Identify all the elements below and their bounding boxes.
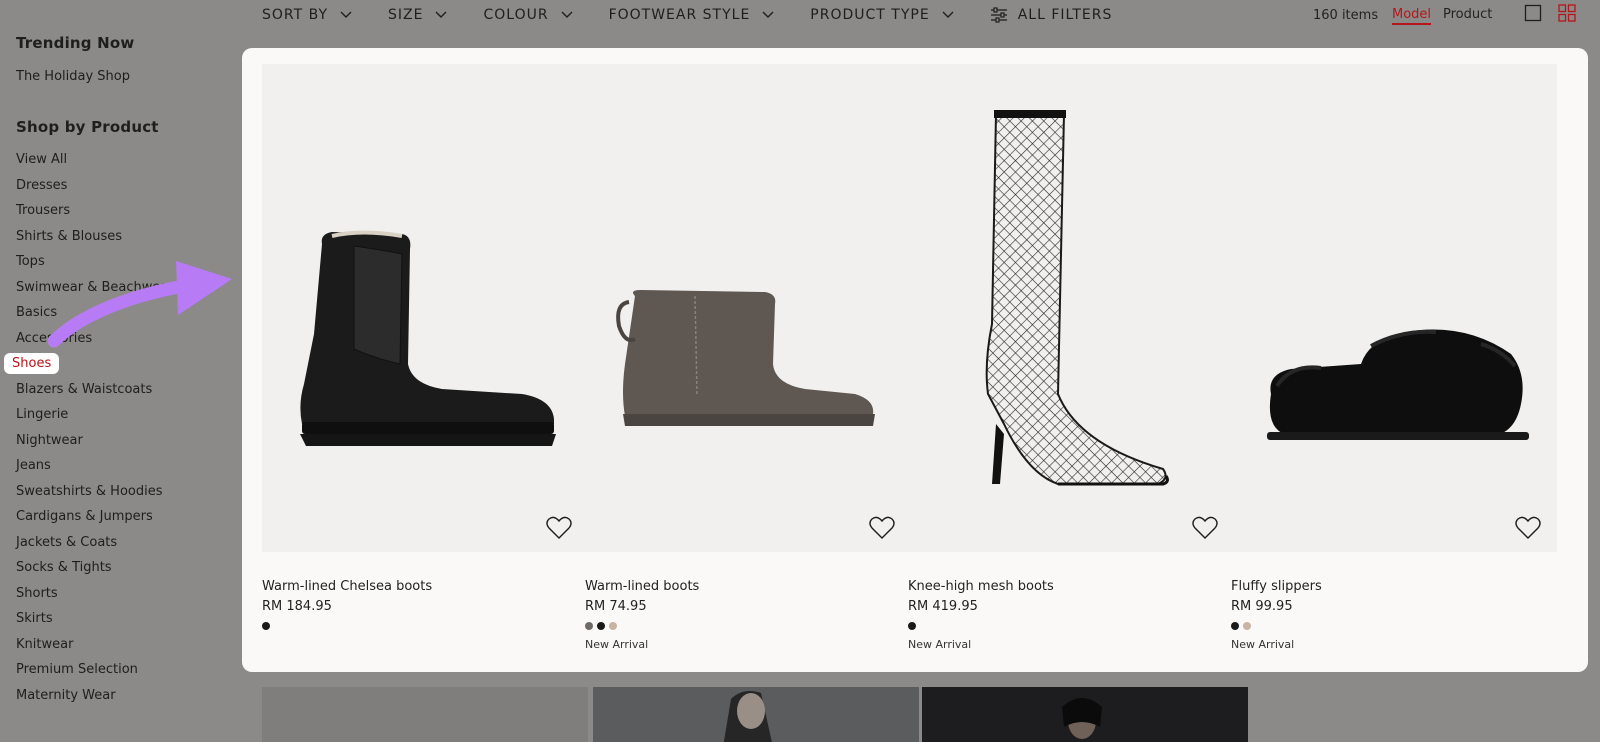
holiday-shop-link[interactable]: The Holiday Shop — [16, 69, 130, 84]
product-image[interactable] — [262, 687, 588, 742]
filter-bar: SORT BY SIZE COLOUR FOOTWEAR STYLE PRODU… — [262, 0, 1148, 30]
colour-swatch[interactable] — [1231, 622, 1239, 630]
colour-swatch[interactable] — [262, 622, 270, 630]
heart-icon[interactable] — [546, 516, 572, 540]
sidebar-item-premium-selection[interactable]: Premium Selection — [16, 662, 138, 677]
colour-swatch[interactable] — [585, 622, 593, 630]
trending-heading: Trending Now — [16, 34, 135, 52]
sidebar-item-cardigans-jumpers[interactable]: Cardigans & Jumpers — [16, 509, 153, 524]
sidebar-item-trousers[interactable]: Trousers — [16, 203, 70, 218]
product-name[interactable]: Knee-high mesh boots — [908, 579, 1234, 594]
shop-by-product-heading: Shop by Product — [16, 118, 159, 136]
model-photo — [1062, 698, 1102, 739]
grid-view-icon[interactable] — [1558, 4, 1576, 22]
product-type-filter[interactable]: PRODUCT TYPE — [810, 7, 954, 23]
colour-swatch[interactable] — [597, 622, 605, 630]
model-view-tab[interactable]: Model — [1392, 7, 1432, 25]
new-arrival-tag: New Arrival — [1231, 638, 1295, 651]
product-price: RM 184.95 — [262, 599, 332, 614]
colour-swatches — [908, 622, 1234, 630]
filter-label: COLOUR — [483, 7, 549, 23]
all-filters-label: ALL FILTERS — [1017, 7, 1113, 23]
filter-label: SIZE — [388, 7, 424, 23]
single-column-view-icon[interactable] — [1524, 4, 1542, 22]
sidebar-item-knitwear[interactable]: Knitwear — [16, 637, 73, 652]
product-image[interactable] — [1231, 64, 1557, 552]
sidebar-item-nightwear[interactable]: Nightwear — [16, 433, 83, 448]
product-view-tab[interactable]: Product — [1443, 7, 1492, 22]
model-photo — [723, 691, 772, 742]
size-filter[interactable]: SIZE — [388, 7, 447, 23]
sidebar-item-lingerie[interactable]: Lingerie — [16, 407, 68, 422]
product-name[interactable]: Warm-lined Chelsea boots — [262, 579, 588, 594]
filter-label: FOOTWEAR STYLE — [608, 7, 751, 23]
sidebar-item-sweatshirts-hoodies[interactable]: Sweatshirts & Hoodies — [16, 484, 163, 499]
product-price: RM 74.95 — [585, 599, 647, 614]
filter-label: SORT BY — [262, 7, 329, 23]
colour-swatches — [262, 622, 588, 630]
chevron-down-icon — [340, 11, 352, 18]
colour-filter[interactable]: COLOUR — [483, 7, 573, 23]
colour-swatch[interactable] — [1243, 622, 1251, 630]
heart-icon[interactable] — [1515, 516, 1541, 540]
colour-swatches — [585, 622, 911, 630]
annotation-arrow-icon — [47, 261, 232, 348]
product-name[interactable]: Warm-lined boots — [585, 579, 911, 594]
product-image[interactable] — [908, 64, 1234, 552]
heart-icon[interactable] — [869, 516, 895, 540]
chevron-down-icon — [435, 11, 447, 18]
chevron-down-icon — [561, 11, 573, 18]
product-card[interactable]: Knee-high mesh boots RM 419.95 New Arriv… — [908, 64, 1234, 651]
sidebar-item-socks-tights[interactable]: Socks & Tights — [16, 560, 112, 575]
product-name[interactable]: Fluffy slippers — [1231, 579, 1557, 594]
colour-swatch[interactable] — [908, 622, 916, 630]
product-card[interactable]: Fluffy slippers RM 99.95 New Arrival — [1231, 64, 1557, 651]
sidebar-item-shoes[interactable]: Shoes — [4, 353, 60, 374]
sort-by-filter[interactable]: SORT BY — [262, 7, 352, 23]
chelsea-boot-image — [300, 230, 556, 446]
product-card[interactable]: Warm-lined boots RM 74.95 New Arrival — [585, 64, 911, 651]
sidebar-item-shorts[interactable]: Shorts — [16, 586, 58, 601]
all-filters-button[interactable]: ALL FILTERS — [990, 7, 1113, 23]
filter-sliders-icon — [990, 7, 1007, 23]
mesh-boot-image — [985, 110, 1169, 486]
new-arrival-tag: New Arrival — [585, 638, 649, 651]
product-price: RM 419.95 — [908, 599, 978, 614]
sidebar-item-maternity-wear[interactable]: Maternity Wear — [16, 688, 116, 703]
product-price: RM 99.95 — [1231, 599, 1293, 614]
heart-icon[interactable] — [1192, 516, 1218, 540]
new-arrival-tag: New Arrival — [908, 638, 972, 651]
suede-boot-image — [616, 290, 875, 426]
filter-label: PRODUCT TYPE — [810, 7, 930, 23]
sidebar-item-jackets-coats[interactable]: Jackets & Coats — [16, 535, 117, 550]
sidebar-item-jeans[interactable]: Jeans — [16, 458, 51, 473]
fluffy-slipper-image — [1267, 329, 1529, 440]
colour-swatch[interactable] — [609, 622, 617, 630]
chevron-down-icon — [942, 11, 954, 18]
colour-swatches — [1231, 622, 1557, 630]
sidebar-item-dresses[interactable]: Dresses — [16, 178, 67, 193]
product-grid-panel: Warm-lined Chelsea boots RM 184.95 Warm-… — [242, 48, 1588, 672]
sidebar-item-blazers-waistcoats[interactable]: Blazers & Waistcoats — [16, 382, 152, 397]
view-controls: 160 items Model Product — [1260, 0, 1600, 30]
sidebar-item-view-all[interactable]: View All — [16, 152, 67, 167]
product-card[interactable]: Warm-lined Chelsea boots RM 184.95 — [262, 64, 588, 638]
item-count: 160 items — [1313, 8, 1379, 23]
product-image[interactable] — [262, 64, 588, 552]
product-image[interactable] — [585, 64, 911, 552]
sidebar-item-shirts-blouses[interactable]: Shirts & Blouses — [16, 229, 122, 244]
product-image[interactable] — [593, 687, 919, 742]
sidebar-item-skirts[interactable]: Skirts — [16, 611, 53, 626]
product-image[interactable] — [922, 687, 1248, 742]
chevron-down-icon — [762, 11, 774, 18]
footwear-style-filter[interactable]: FOOTWEAR STYLE — [609, 7, 775, 23]
